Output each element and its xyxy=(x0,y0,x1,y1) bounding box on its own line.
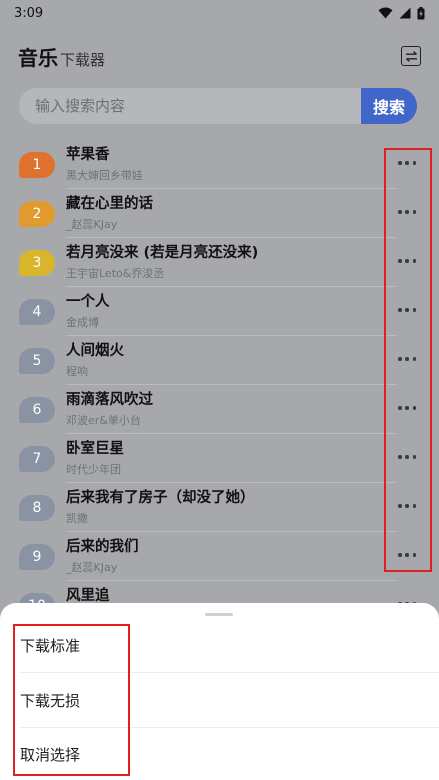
search-bar: 搜索 xyxy=(19,88,417,124)
swap-icon xyxy=(405,50,417,62)
highlight-frame-more xyxy=(384,148,432,572)
song-artist: 王宇宙Leto&乔浚丞 xyxy=(66,267,165,280)
rank-badge: 4 xyxy=(19,299,55,325)
song-title: 后来的我们 xyxy=(66,539,139,555)
song-list: 1 苹果香 黑大婶回乡带娃 2 藏在心里的话 _赵蕊KJay 3 若月亮没来 (… xyxy=(0,140,439,630)
search-button[interactable]: 搜索 xyxy=(361,88,417,124)
signal-icon xyxy=(399,7,411,19)
song-title: 卧室巨星 xyxy=(66,441,124,457)
switch-source-button[interactable] xyxy=(401,46,421,66)
song-row[interactable]: 4 一个人 金成博 xyxy=(0,287,439,336)
song-artist: _赵蕊KJay xyxy=(66,218,118,231)
song-row[interactable]: 5 人间烟火 程响 xyxy=(0,336,439,385)
rank-badge: 7 xyxy=(19,446,55,472)
highlight-frame-sheet xyxy=(13,624,130,776)
status-bar: 3:09 xyxy=(0,0,439,26)
status-icons xyxy=(378,6,425,20)
song-title: 雨滴落风吹过 xyxy=(66,392,153,408)
song-title: 后来我有了房子（却没了她） xyxy=(66,490,255,506)
search-input[interactable] xyxy=(19,88,361,124)
page-title: 音乐 下载器 xyxy=(18,42,105,71)
battery-icon xyxy=(417,6,425,19)
song-artist: 金成博 xyxy=(66,316,99,329)
title-main: 音乐 xyxy=(18,45,58,70)
song-artist: 程响 xyxy=(66,365,88,378)
song-title: 若月亮没来 (若是月亮还没来) xyxy=(66,245,259,261)
rank-badge: 8 xyxy=(19,495,55,521)
song-row[interactable]: 2 藏在心里的话 _赵蕊KJay xyxy=(0,189,439,238)
song-row[interactable]: 8 后来我有了房子（却没了她） 凯撒 xyxy=(0,483,439,532)
rank-badge: 9 xyxy=(19,544,55,570)
song-artist: _赵蕊KJay xyxy=(66,561,118,574)
app-header: 音乐 下载器 xyxy=(0,38,439,74)
rank-badge: 6 xyxy=(19,397,55,423)
title-sub: 下载器 xyxy=(60,50,106,69)
rank-badge: 3 xyxy=(19,250,55,276)
song-row[interactable]: 7 卧室巨星 时代少年团 xyxy=(0,434,439,483)
song-title: 人间烟火 xyxy=(66,343,124,359)
rank-badge: 5 xyxy=(19,348,55,374)
song-artist: 时代少年团 xyxy=(66,463,121,476)
song-row[interactable]: 1 苹果香 黑大婶回乡带娃 xyxy=(0,140,439,189)
status-time: 3:09 xyxy=(14,5,44,21)
song-artist: 黑大婶回乡带娃 xyxy=(66,169,143,182)
song-title: 苹果香 xyxy=(66,147,110,163)
wifi-icon xyxy=(378,7,393,19)
rank-badge: 2 xyxy=(19,201,55,227)
song-row[interactable]: 3 若月亮没来 (若是月亮还没来) 王宇宙Leto&乔浚丞 xyxy=(0,238,439,287)
song-title: 藏在心里的话 xyxy=(66,196,153,212)
sheet-handle[interactable] xyxy=(205,613,233,616)
song-row[interactable]: 6 雨滴落风吹过 邓波er&单小台 xyxy=(0,385,439,434)
song-artist: 邓波er&单小台 xyxy=(66,414,141,427)
song-title: 一个人 xyxy=(66,294,110,310)
song-artist: 凯撒 xyxy=(66,512,88,525)
rank-badge: 1 xyxy=(19,152,55,178)
song-row[interactable]: 9 后来的我们 _赵蕊KJay xyxy=(0,532,439,581)
